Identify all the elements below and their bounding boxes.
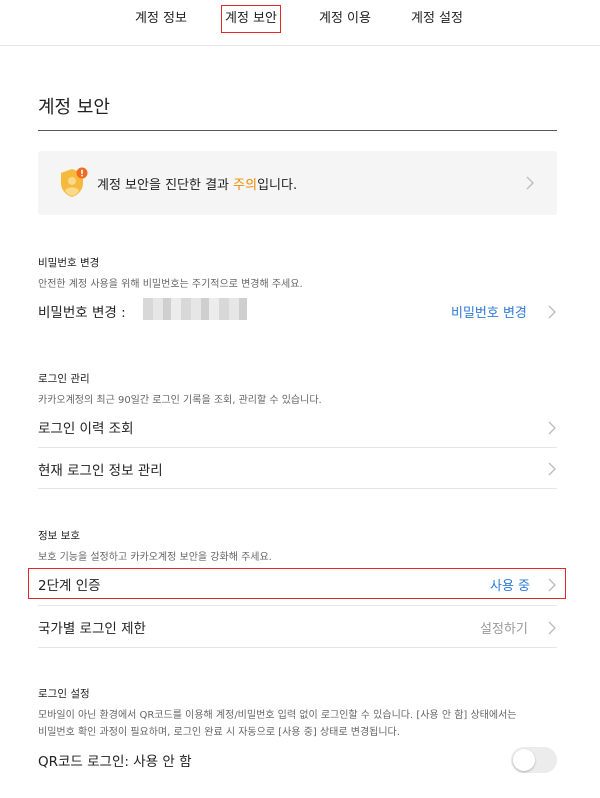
chevron-right-icon — [547, 578, 557, 592]
login-section-title: 로그인 관리 — [38, 373, 90, 385]
login-settings-description-line2: 비밀번호 확인 과정이 필요하며, 로그인 완료 시 자동으로 [사용 중] 상… — [38, 727, 400, 738]
diagnosis-message: 계정 보안을 진단한 결과 주의입니다. — [97, 174, 297, 193]
protection-section-title: 정보 보호 — [38, 530, 80, 542]
change-password-link[interactable]: 비밀번호 변경 — [451, 302, 527, 321]
country-restriction-setup-link[interactable]: 설정하기 — [480, 618, 528, 637]
tab-account-security[interactable]: 계정 보안 — [221, 5, 281, 33]
tab-account-settings[interactable]: 계정 설정 — [411, 10, 463, 28]
toggle-knob — [513, 749, 535, 771]
title-divider — [38, 130, 557, 131]
diagnosis-suffix: 입니다. — [257, 178, 298, 193]
chevron-right-icon — [547, 462, 557, 476]
masked-password-value — [143, 298, 247, 320]
shield-warning-icon — [60, 167, 88, 199]
chevron-right-icon — [547, 621, 557, 635]
password-section-description: 안전한 계정 사용을 위해 비밀번호는 주기적으로 변경해 주세요. — [38, 279, 303, 290]
qr-login-toggle[interactable] — [511, 747, 557, 773]
login-settings-description-line1: 모바일이 아닌 환경에서 QR코드를 이용해 계정/비밀번호 입력 없이 로그인… — [38, 710, 517, 721]
password-row-label: 비밀번호 변경 : — [38, 305, 126, 321]
country-login-restriction-row[interactable]: 국가별 로그인 제한 — [38, 617, 146, 637]
chevron-right-icon — [547, 305, 557, 319]
diagnosis-status: 주의 — [233, 178, 258, 193]
login-section-description: 카카오계정의 최근 90일간 로그인 기록을 조회, 관리할 수 있습니다. — [38, 395, 322, 406]
row-divider — [38, 647, 557, 648]
two-step-status[interactable]: 사용 중 — [490, 575, 530, 594]
diagnosis-prefix: 계정 보안을 진단한 결과 — [97, 178, 234, 193]
page-title: 계정 보안 — [38, 97, 110, 118]
row-divider — [38, 447, 557, 448]
login-history-row[interactable]: 로그인 이력 조회 — [38, 417, 134, 437]
two-step-auth-row[interactable]: 2단계 인증 — [38, 574, 101, 594]
top-navigation: 계정 정보 계정 보안 계정 이용 계정 설정 — [0, 0, 600, 46]
tab-account-info[interactable]: 계정 정보 — [135, 10, 187, 28]
row-divider — [38, 605, 557, 606]
two-step-highlight — [28, 568, 566, 599]
qr-login-label: QR코드 로그인: 사용 안 함 — [38, 754, 192, 770]
tab-account-usage[interactable]: 계정 이용 — [319, 10, 371, 28]
current-login-info-row[interactable]: 현재 로그인 정보 관리 — [38, 459, 163, 479]
protection-section-description: 보호 기능을 설정하고 카카오계정 보안을 강화해 주세요. — [38, 552, 272, 563]
chevron-right-icon — [525, 176, 535, 190]
row-divider — [38, 488, 557, 489]
password-section-title: 비밀번호 변경 — [38, 257, 100, 269]
security-diagnosis-banner[interactable]: 계정 보안을 진단한 결과 주의입니다. — [38, 151, 557, 215]
login-settings-section-title: 로그인 설정 — [38, 688, 90, 700]
chevron-right-icon — [547, 421, 557, 435]
